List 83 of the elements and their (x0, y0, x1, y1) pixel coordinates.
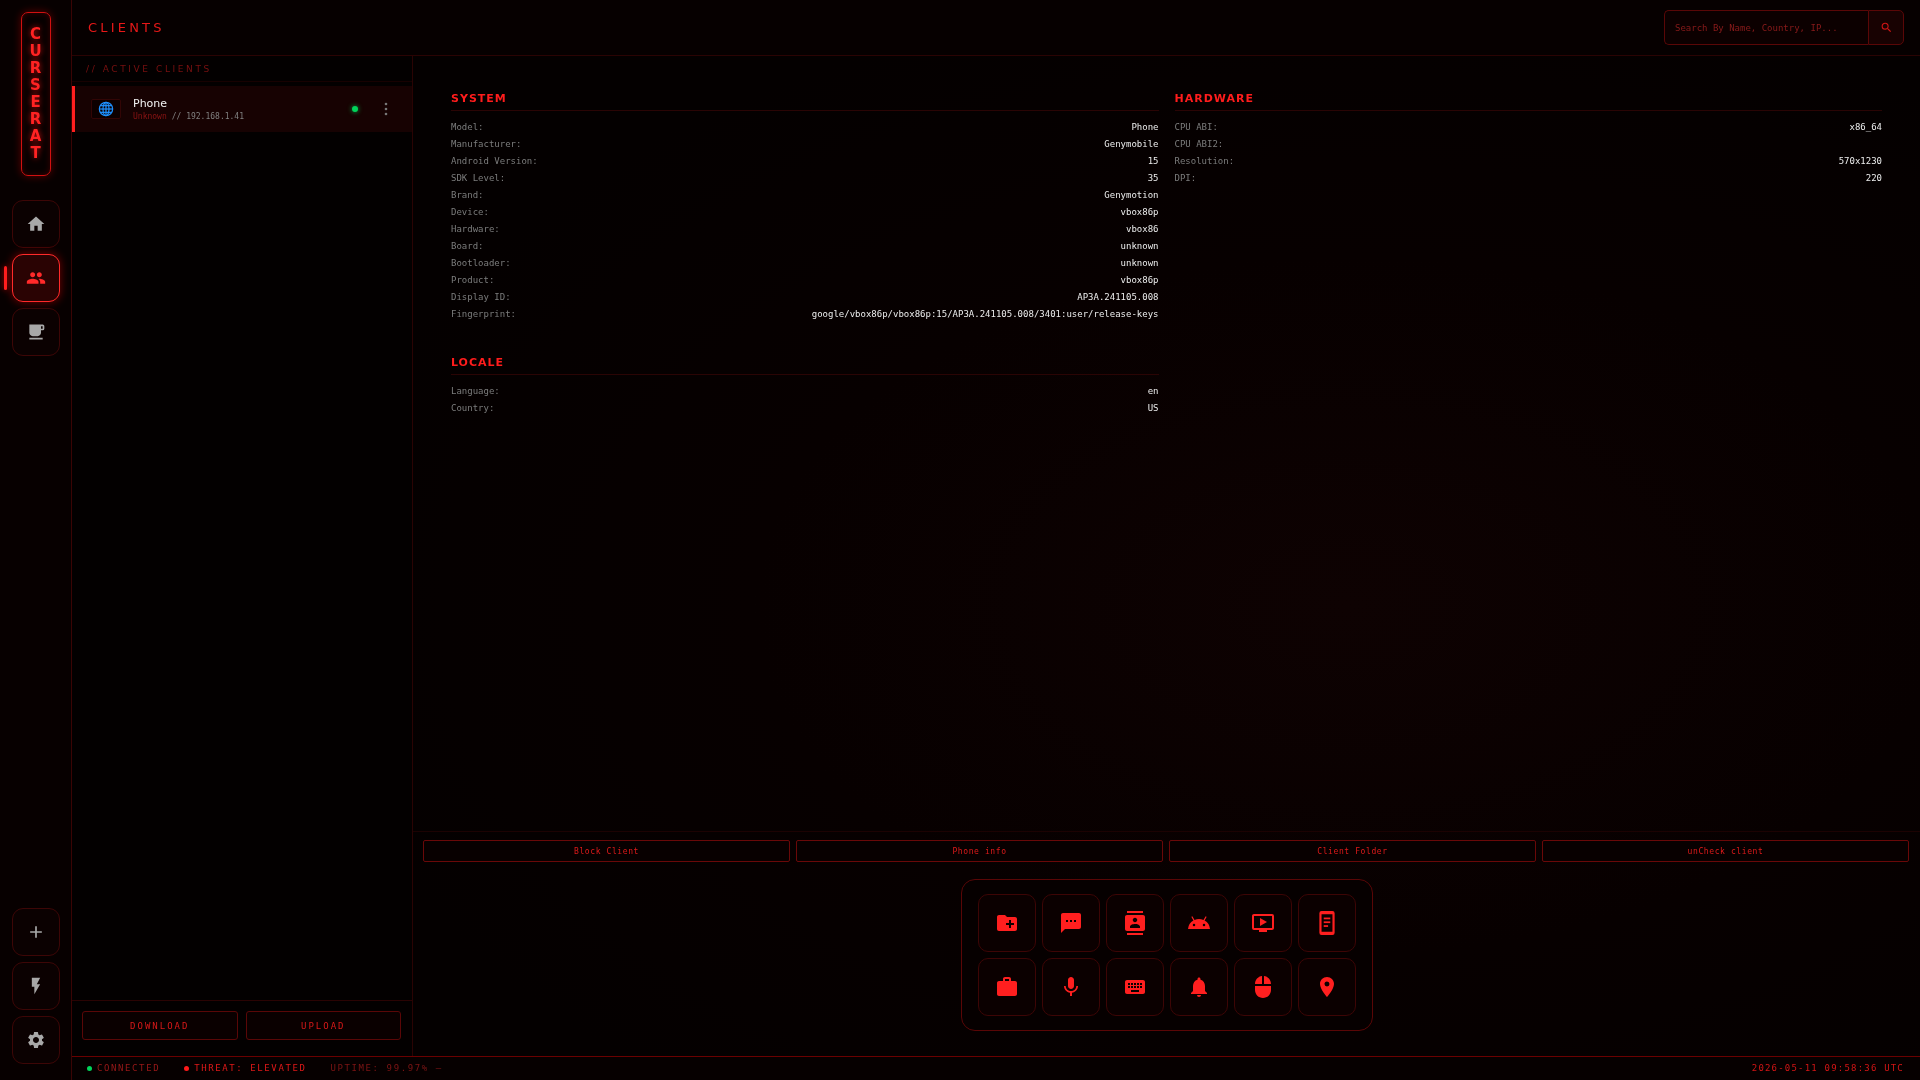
client-item[interactable]: Phone Unknown // 192.168.1.41 (72, 86, 412, 132)
tool-button[interactable] (1041, 958, 1100, 1016)
field-label: Android Version: (451, 156, 538, 167)
field-label: Country: (451, 403, 495, 414)
nav-button[interactable] (11, 308, 60, 356)
tool-button[interactable] (11, 962, 60, 1010)
client-name: Phone (133, 96, 169, 110)
field-value: 35 (1147, 173, 1159, 184)
nav-button[interactable] (11, 254, 60, 302)
search-field[interactable]: Search By Name, Country, IP... (1664, 10, 1868, 45)
action-button[interactable]: Phone info (796, 840, 1163, 862)
section-title: SYSTEM (451, 92, 508, 105)
more-icon[interactable] (384, 102, 388, 116)
field-value: vbox86p (1120, 275, 1159, 286)
field-value: Phone (1131, 122, 1159, 133)
field-label: Device: (451, 207, 489, 218)
contact-card-icon (1122, 911, 1147, 935)
field-label: Language: (451, 386, 500, 397)
home-icon (25, 214, 46, 234)
field-value: 570x1230 (1838, 156, 1882, 167)
field-label: Resolution: (1174, 156, 1235, 167)
status-text: CONNECTED (97, 1063, 161, 1074)
tool-button[interactable] (1297, 894, 1356, 952)
client-country: Unknown (133, 111, 167, 122)
status-text: THREAT: ELEVATED (194, 1063, 307, 1074)
field-label: Model: (451, 122, 484, 133)
field-value: unknown (1120, 241, 1159, 252)
app-logo: CURSE RAT (20, 12, 51, 176)
field-label: Board: (451, 241, 484, 252)
field-label: Fingerprint: (451, 309, 517, 320)
tool-button[interactable] (977, 894, 1036, 952)
section-title: LOCALE (451, 356, 506, 369)
field-value: Genymobile (1104, 139, 1159, 150)
field-label: Bootloader: (451, 258, 511, 269)
clock-text: 2026-05-11 09:58:36 UTC (1751, 1063, 1904, 1074)
field-value: US (1147, 403, 1159, 414)
action-button[interactable]: unCheck client (1542, 840, 1909, 862)
tool-button[interactable] (1233, 894, 1292, 952)
tool-button[interactable] (1041, 894, 1100, 952)
panel-button[interactable]: DOWNLOAD (82, 1011, 238, 1040)
tool-button[interactable] (1169, 894, 1228, 952)
field-label: Product: (451, 275, 495, 286)
briefcase-icon (994, 975, 1019, 999)
field-value: 220 (1865, 173, 1882, 184)
field-value: google/vbox86p/vbox86p:15/AP3A.241105.008/3401:user/release-keys (811, 309, 1159, 320)
field-label: DPI: (1174, 173, 1197, 184)
tool-button[interactable] (1105, 894, 1164, 952)
tool-button[interactable] (1233, 958, 1292, 1016)
page-title: CLIENTS (88, 19, 165, 36)
video-screen-icon (1250, 911, 1275, 935)
panel-button[interactable]: UPLOAD (245, 1011, 401, 1040)
tool-button[interactable] (977, 958, 1036, 1016)
panel-heading: // ACTIVE CLIENTS (86, 62, 212, 75)
tool-button[interactable] (11, 1016, 60, 1064)
field-value: unknown (1120, 258, 1159, 269)
nav-button[interactable] (11, 200, 60, 248)
globe-icon (91, 99, 121, 119)
search-icon (1879, 21, 1893, 34)
client-address: // 192.168.1.41 (171, 111, 244, 122)
status-text: UPTIME: 99.97% — (330, 1063, 443, 1074)
field-value: 15 (1147, 156, 1159, 167)
field-label: Display ID: (451, 292, 511, 303)
field-value: x86_64 (1849, 122, 1882, 133)
section-title: HARDWARE (1174, 92, 1255, 105)
field-label: SDK Level: (451, 173, 506, 184)
field-value: AP3A.241105.008 (1077, 292, 1159, 303)
field-value: vbox86p (1120, 207, 1159, 218)
settings-icon (25, 1030, 46, 1050)
field-label: CPU ABI2: (1174, 139, 1224, 150)
chat-bubble-icon (1058, 911, 1083, 935)
field-label: Manufacturer: (451, 139, 522, 150)
field-value: en (1147, 386, 1159, 397)
field-value: Genymotion (1104, 190, 1159, 201)
field-value: vbox86 (1126, 224, 1159, 235)
field-label: CPU ABI: (1174, 122, 1218, 133)
tool-button[interactable] (1169, 958, 1228, 1016)
field-label: Brand: (451, 190, 484, 201)
tool-button[interactable] (1297, 958, 1356, 1016)
active-indicator (3, 266, 7, 290)
action-button[interactable]: Client Folder (1169, 840, 1536, 862)
action-button[interactable]: Block Client (423, 840, 790, 862)
tool-button[interactable] (1105, 958, 1164, 1016)
field-label: Hardware: (451, 224, 500, 235)
